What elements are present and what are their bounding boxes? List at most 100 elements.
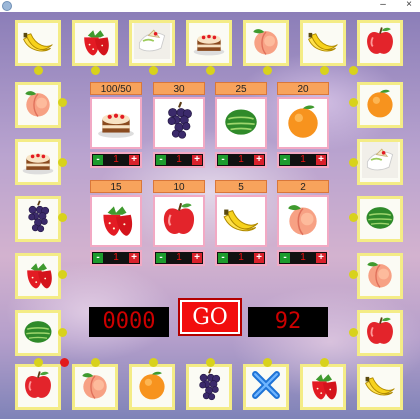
decrease-bet-button[interactable]: - [218, 253, 228, 263]
bet-stepper: -1 + [90, 152, 142, 168]
minimize-button[interactable]: – [376, 0, 390, 12]
ring-tile-orange [357, 82, 403, 128]
title-bar: – × [0, 0, 420, 12]
active-track-dot [60, 358, 69, 367]
increase-bet-button[interactable]: + [192, 253, 202, 263]
go-button[interactable]: GO [180, 300, 240, 334]
bet-card-grape: 30 -1 + [153, 82, 205, 168]
ring-tile-watermelon [357, 196, 403, 242]
bet-stepper: -1 + [277, 152, 329, 168]
close-button[interactable]: × [402, 0, 416, 12]
bet-card-strawberry: 15 -1 + [90, 180, 142, 266]
ring-tile-strawberry [72, 20, 118, 66]
track-dot [91, 66, 100, 75]
orange-icon [362, 85, 398, 126]
track-dot [206, 66, 215, 75]
close-x-icon [248, 367, 284, 408]
decrease-bet-button[interactable]: - [156, 253, 166, 263]
bet-stepper: -1 + [215, 250, 267, 266]
bet-amount: 1 [238, 154, 244, 165]
strawberry-icon [305, 367, 341, 408]
track-dot [206, 358, 215, 367]
credits-display: 92 [248, 307, 328, 337]
ring-tile-banana [15, 20, 61, 66]
increase-bet-button[interactable]: + [316, 155, 326, 165]
increase-bet-button[interactable]: + [192, 155, 202, 165]
decrease-bet-button[interactable]: - [280, 155, 290, 165]
ring-tile-grape [15, 196, 61, 242]
track-dot [320, 358, 329, 367]
ring-tile-orange [129, 364, 175, 410]
bet-amount: 1 [238, 252, 244, 263]
ring-tile-peach [72, 364, 118, 410]
ring-tile-close-x [243, 364, 289, 410]
peach-icon [20, 85, 56, 126]
grape-icon [20, 199, 56, 240]
bet-stepper: -1 + [90, 250, 142, 266]
bet-stepper: -1 + [153, 250, 205, 266]
track-dot [58, 158, 67, 167]
track-dot [349, 213, 358, 222]
ring-tile-cake [15, 139, 61, 185]
decrease-bet-button[interactable]: - [280, 253, 290, 263]
score-display: 0000 [89, 307, 169, 337]
track-dot [349, 158, 358, 167]
bet-stepper: -1 + [277, 250, 329, 266]
peach-icon [77, 367, 113, 408]
odds-label: 100/50 [90, 82, 142, 95]
ring-tile-peach [357, 253, 403, 299]
bet-card-orange: 20 -1 + [277, 82, 329, 168]
apple-icon [362, 313, 398, 354]
increase-bet-button[interactable]: + [316, 253, 326, 263]
track-dot [349, 98, 358, 107]
cake-icon [95, 100, 137, 147]
track-dot [34, 358, 43, 367]
bet-card-peach: 2 -1 + [277, 180, 329, 266]
track-dot [349, 66, 358, 75]
watermelon-icon [220, 100, 262, 147]
bet-amount: 1 [176, 154, 182, 165]
ring-tile-apple [357, 20, 403, 66]
track-dot [349, 270, 358, 279]
track-dot [58, 213, 67, 222]
odds-label: 2 [277, 180, 329, 193]
track-dot [149, 66, 158, 75]
bet-amount: 1 [176, 252, 182, 263]
bet-card-image [90, 97, 142, 149]
odds-label: 15 [90, 180, 142, 193]
game-board: 100/50-1 +30-1 +25-1 +20-1 +15-1 +10-1 +5-1 +2-… [0, 12, 420, 419]
apple-icon [158, 198, 200, 245]
strawberry-icon [95, 198, 137, 245]
track-dot [58, 328, 67, 337]
banana-icon [220, 198, 262, 245]
bet-card-cake: 100/50 -1 + [90, 82, 142, 168]
bet-card-banana: 5 -1 + [215, 180, 267, 266]
grape-icon [158, 100, 200, 147]
strawberry-icon [20, 256, 56, 297]
odds-label: 10 [153, 180, 205, 193]
decrease-bet-button[interactable]: - [156, 155, 166, 165]
decrease-bet-button[interactable]: - [93, 155, 103, 165]
bet-amount: 1 [113, 154, 119, 165]
increase-bet-button[interactable]: + [254, 253, 264, 263]
peach-icon [362, 256, 398, 297]
watermelon-icon [20, 313, 56, 354]
banana-icon [305, 23, 341, 64]
bet-card-image [90, 195, 142, 247]
increase-bet-button[interactable]: + [254, 155, 264, 165]
ring-tile-apple [357, 310, 403, 356]
strawberry-icon [77, 23, 113, 64]
increase-bet-button[interactable]: + [129, 253, 139, 263]
bet-card-watermelon: 25 -1 + [215, 82, 267, 168]
decrease-bet-button[interactable]: - [218, 155, 228, 165]
peach-icon [282, 198, 324, 245]
track-dot [149, 358, 158, 367]
bet-card-image [153, 195, 205, 247]
watermelon-icon [362, 199, 398, 240]
track-dot [263, 358, 272, 367]
banana-icon [362, 367, 398, 408]
cake-icon [191, 23, 227, 64]
decrease-bet-button[interactable]: - [93, 253, 103, 263]
increase-bet-button[interactable]: + [129, 155, 139, 165]
apple-icon [20, 367, 56, 408]
